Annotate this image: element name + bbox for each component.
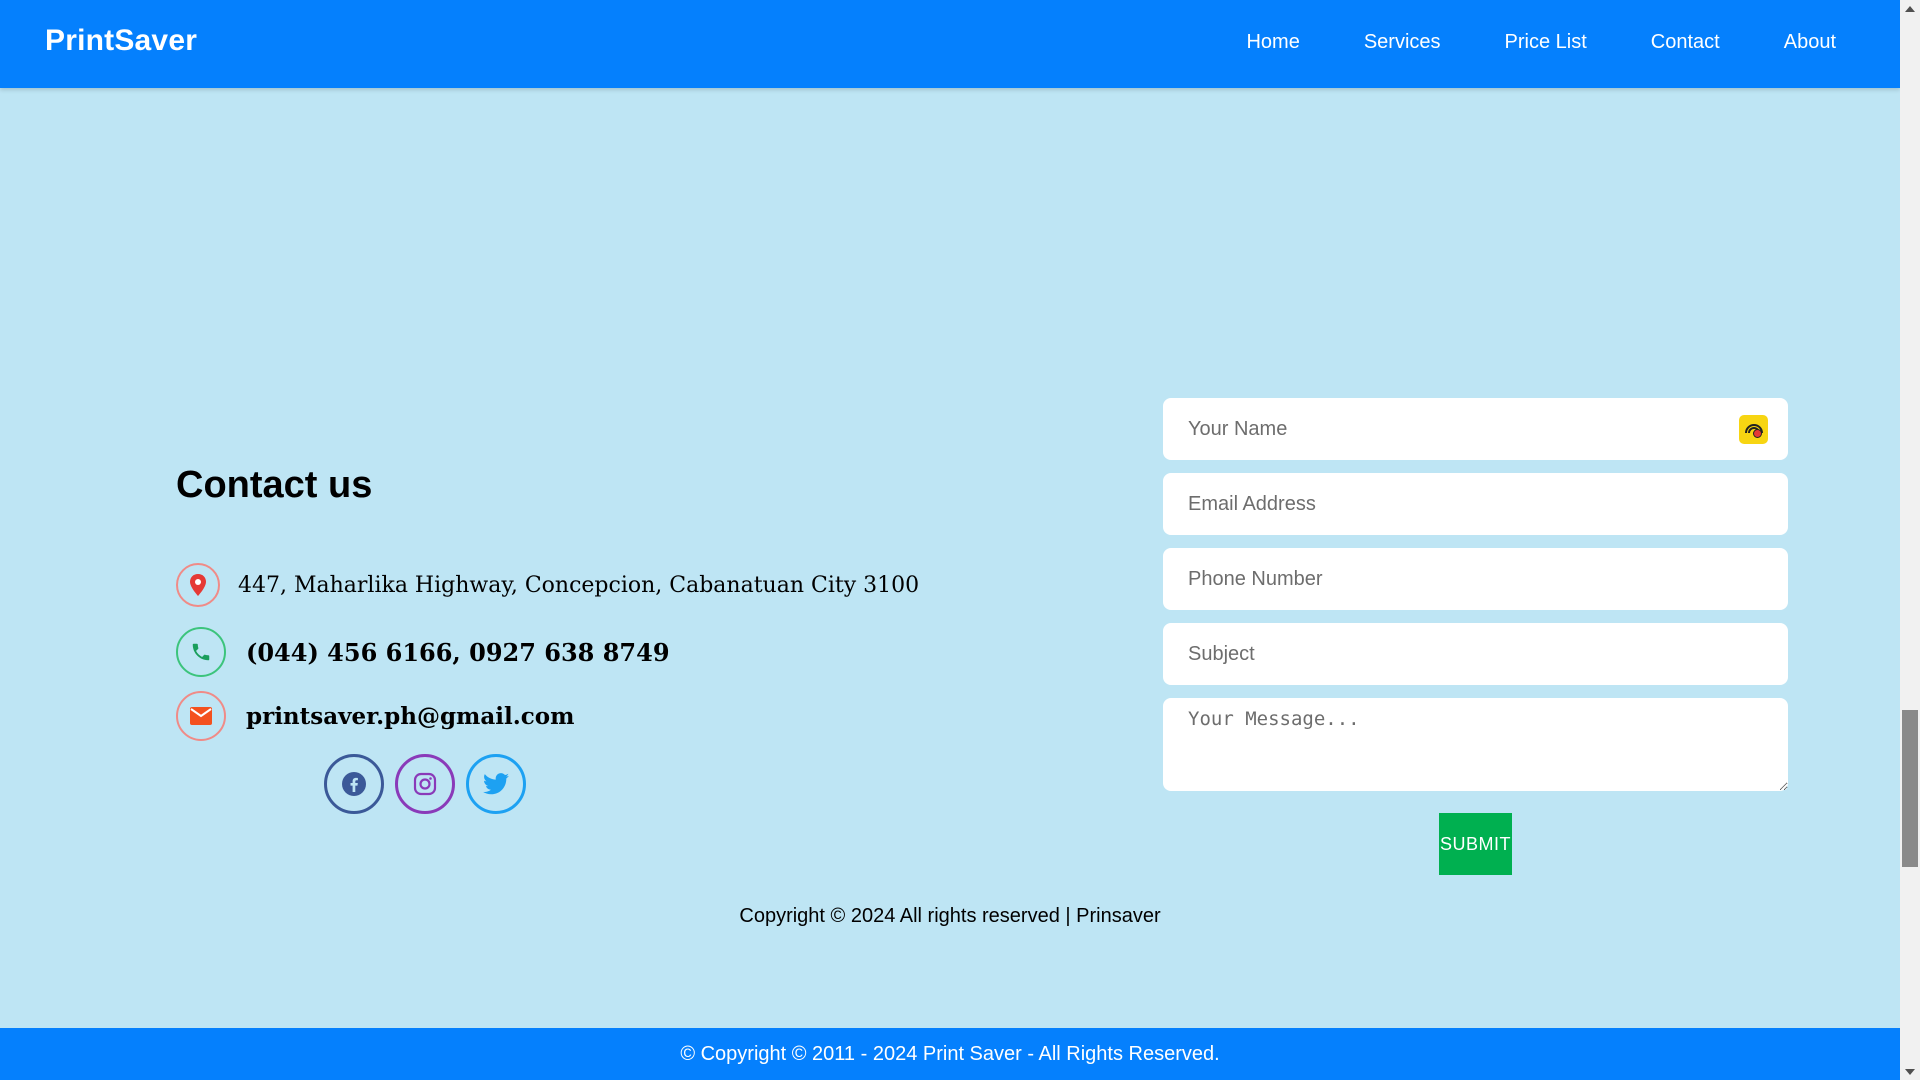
phone-row: (044) 456 6166, 0927 638 8749: [176, 627, 670, 677]
twitter-icon: [483, 773, 509, 795]
instagram-button[interactable]: [395, 754, 455, 814]
page: PrintSaver Home Services Price List Cont…: [0, 0, 1900, 1080]
email-row: printsaver.ph@gmail.com: [176, 691, 574, 741]
facebook-icon: [342, 772, 366, 796]
main-nav: Home Services Price List Contact About: [1182, 31, 1836, 54]
name-field-wrap: [1163, 398, 1788, 460]
address-text: 447, Maharlika Highway, Concepcion, Caba…: [238, 572, 920, 598]
address-row: 447, Maharlika Highway, Concepcion, Caba…: [176, 563, 919, 607]
facebook-button[interactable]: [324, 754, 384, 814]
message-textarea[interactable]: [1163, 698, 1788, 791]
footer-bar: © Copyright © 2011 - 2024 Print Saver - …: [0, 1028, 1900, 1080]
brand-logo[interactable]: PrintSaver: [45, 24, 197, 58]
nav-home[interactable]: Home: [1246, 31, 1299, 54]
scroll-thumb[interactable]: [1902, 710, 1918, 867]
envelope-icon: [176, 691, 226, 741]
email-input[interactable]: [1163, 473, 1788, 535]
subject-input[interactable]: [1163, 623, 1788, 685]
nav-about[interactable]: About: [1784, 31, 1836, 54]
phone-text: (044) 456 6166, 0927 638 8749: [246, 637, 670, 667]
vertical-scrollbar[interactable]: [1900, 0, 1920, 1080]
navbar: PrintSaver Home Services Price List Cont…: [0, 0, 1900, 88]
name-input[interactable]: [1163, 398, 1788, 460]
phone-input[interactable]: [1163, 548, 1788, 610]
location-pin-icon: [176, 563, 220, 607]
contact-form: [1163, 398, 1788, 791]
phone-icon: [176, 627, 226, 677]
scroll-up-icon[interactable]: [1900, 0, 1920, 17]
email-text[interactable]: printsaver.ph@gmail.com: [246, 703, 574, 730]
scroll-down-icon[interactable]: [1900, 1063, 1920, 1080]
nav-contact[interactable]: Contact: [1651, 31, 1720, 54]
contact-title: Contact us: [176, 464, 373, 506]
instagram-icon: [413, 772, 437, 796]
twitter-button[interactable]: [466, 754, 526, 814]
autofill-icon[interactable]: [1739, 415, 1768, 444]
submit-button[interactable]: SUBMIT: [1439, 813, 1512, 875]
nav-price-list[interactable]: Price List: [1505, 31, 1587, 54]
footer-text: © Copyright © 2011 - 2024 Print Saver - …: [680, 1043, 1220, 1065]
copyright-text: Copyright © 2024 All rights reserved | P…: [739, 905, 1161, 927]
social-links: [324, 754, 537, 814]
nav-services[interactable]: Services: [1364, 31, 1441, 54]
